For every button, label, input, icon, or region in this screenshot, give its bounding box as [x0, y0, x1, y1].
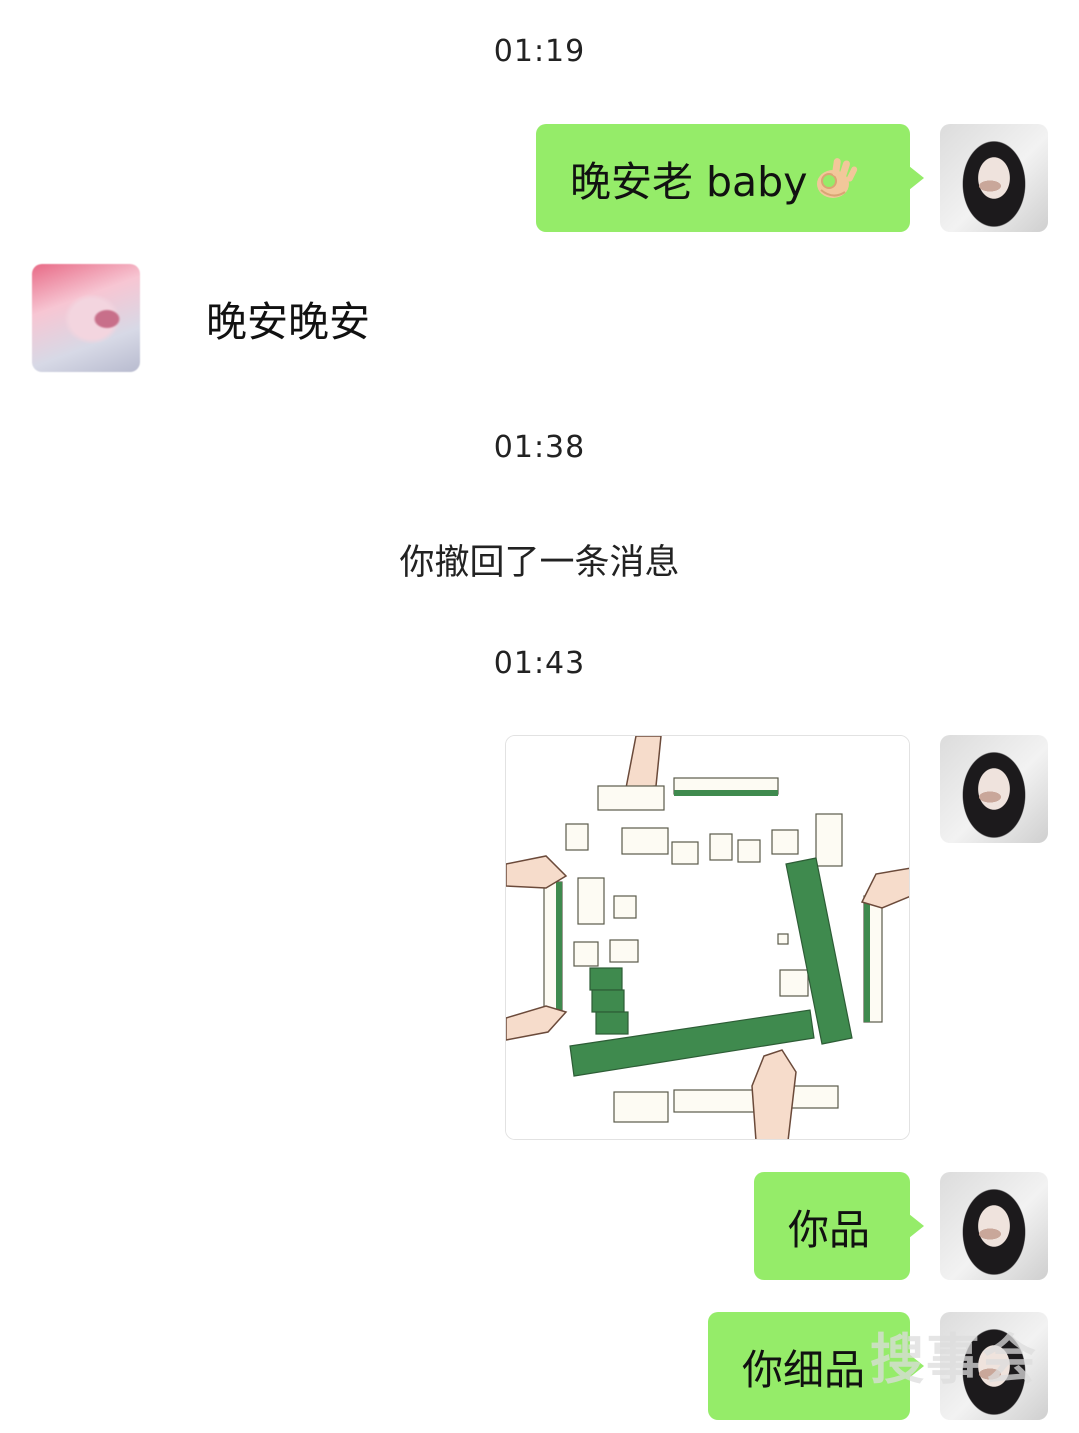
timestamp: 01:38: [493, 430, 586, 465]
my-avatar[interactable]: [940, 124, 1048, 232]
mahjong-illustration: [506, 736, 909, 1139]
my-avatar[interactable]: [940, 735, 1048, 843]
my-avatar[interactable]: [940, 1172, 1048, 1280]
timestamp: 01:43: [493, 646, 586, 681]
ok-hand-icon: [811, 154, 859, 202]
recall-notice: 你撤回了一条消息: [399, 543, 680, 583]
message-text: 你品: [788, 1206, 870, 1254]
message-text: 你细品: [742, 1346, 865, 1394]
contact-message-bubble[interactable]: 晚安晚安: [172, 264, 422, 372]
watermark: 搜事会: [870, 1328, 1038, 1391]
contact-avatar[interactable]: [32, 264, 140, 372]
message-text: 晚安晚安: [206, 298, 370, 346]
message-text: 晚安老 baby: [570, 158, 808, 206]
image-message[interactable]: [505, 735, 910, 1140]
my-message-bubble[interactable]: 你品: [754, 1172, 924, 1280]
my-message-bubble[interactable]: 晚安老 baby: [536, 124, 924, 232]
timestamp: 01:19: [493, 34, 586, 69]
